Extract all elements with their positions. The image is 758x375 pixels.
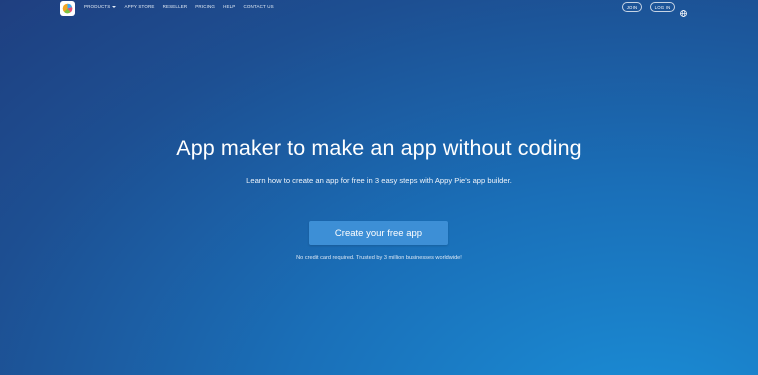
nav-item-products[interactable]: PRODUCTS bbox=[84, 4, 117, 9]
create-free-app-button-label: Create your free app bbox=[334, 227, 423, 239]
nav-item-pricing[interactable]: PRICING bbox=[195, 4, 215, 9]
login-button[interactable]: LOG IN bbox=[650, 2, 675, 12]
globe-icon[interactable] bbox=[680, 4, 687, 17]
nav-item-label: RESELLER bbox=[162, 4, 188, 9]
nav-item-reseller[interactable]: RESELLER bbox=[163, 4, 188, 9]
join-button-label: JOIN bbox=[626, 4, 638, 10]
nav-item-label: HELP bbox=[223, 4, 236, 9]
join-button[interactable]: JOIN bbox=[622, 2, 642, 12]
nav-item-label: PRICING bbox=[195, 4, 216, 9]
main-nav: PRODUCTS APPY STORE RESELLER PRICING HEL… bbox=[84, 4, 282, 9]
nav-item-appy-store[interactable]: APPY STORE bbox=[124, 4, 154, 9]
top-navigation-bar: PRODUCTS APPY STORE RESELLER PRICING HEL… bbox=[0, 0, 758, 17]
nav-item-label: APPY STORE bbox=[124, 4, 155, 9]
nav-item-help[interactable]: HELP bbox=[223, 4, 235, 9]
hero-title: App maker to make an app without coding bbox=[176, 136, 582, 160]
hero-subtitle: Learn how to create an app for free in 3… bbox=[246, 176, 512, 185]
create-free-app-button[interactable]: Create your free app bbox=[309, 221, 448, 245]
trust-note: No credit card required. Trusted by 3 mi… bbox=[296, 255, 462, 261]
login-button-label: LOG IN bbox=[654, 4, 671, 10]
nav-item-label: CONTACT US bbox=[243, 4, 274, 9]
nav-item-contact-us[interactable]: CONTACT US bbox=[243, 4, 273, 9]
chevron-down-icon bbox=[112, 5, 117, 8]
appy-pie-logo-icon[interactable] bbox=[60, 1, 75, 16]
nav-item-label: PRODUCTS bbox=[84, 4, 111, 9]
